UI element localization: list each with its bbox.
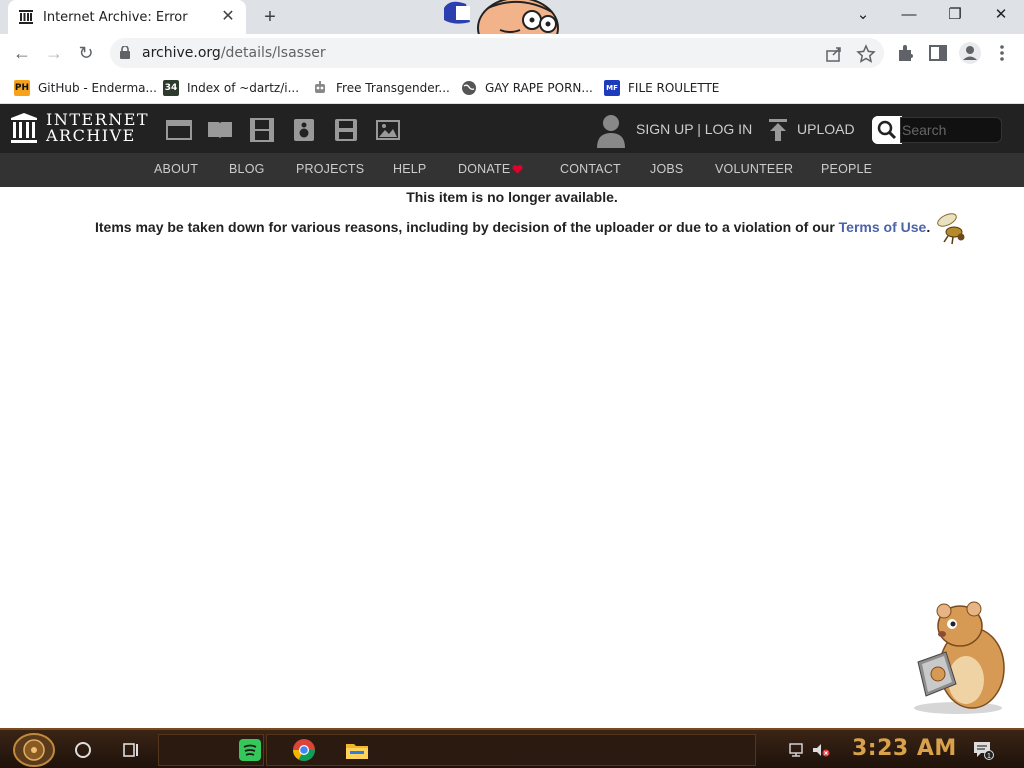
robot-icon [315, 81, 325, 93]
reload-button[interactable]: ↻ [74, 41, 98, 65]
share-icon[interactable] [824, 44, 844, 64]
ia-search: Search [872, 116, 1002, 144]
error-message: Items may be taken down for various reas… [95, 219, 930, 235]
start-button-icon[interactable] [12, 732, 56, 768]
url-text: archive.org/details/lsasser [142, 45, 326, 61]
globe-icon [462, 81, 476, 95]
windows-taskbar: 3:23 AM 1 [0, 728, 1024, 768]
flying-bug-icon [937, 213, 965, 245]
hamster-reading-mascot [914, 601, 1005, 714]
nav-about[interactable]: ABOUT [154, 162, 198, 176]
network-icon[interactable] [788, 742, 806, 758]
task-view-icon[interactable] [122, 741, 140, 759]
terms-of-use-link[interactable]: Terms of Use [839, 219, 927, 235]
url-host: archive.org [142, 45, 221, 61]
texts-icon[interactable] [207, 118, 233, 142]
tab-active[interactable]: Internet Archive: Error ✕ [8, 0, 246, 34]
bookmark-file-roulette[interactable]: MF FILE ROULETTE [604, 78, 719, 98]
nav-volunteer[interactable]: VOLUNTEER [715, 162, 793, 176]
ph-icon: PH [14, 80, 30, 96]
new-tab-button[interactable]: + [258, 6, 282, 28]
error-message-text: Items may be taken down for various reas… [95, 219, 839, 235]
nav-donate[interactable]: DONATE [458, 162, 510, 176]
cortana-search-icon[interactable] [75, 742, 91, 758]
error-message-period: . [926, 219, 931, 235]
bookmark-dartz[interactable]: 34 Index of ~dartz/i... [163, 78, 299, 98]
address-bar[interactable]: archive.org/details/lsasser [110, 38, 884, 68]
forward-button[interactable]: → [42, 41, 66, 65]
logo-line2: ARCHIVE [46, 126, 136, 145]
user-avatar-icon[interactable] [596, 114, 626, 148]
tab-title: Internet Archive: Error [43, 9, 188, 25]
tab-close-icon[interactable]: ✕ [220, 9, 236, 25]
web-icon[interactable] [166, 118, 192, 142]
close-window-button[interactable]: ✕ [986, 4, 1016, 26]
dartz-icon: 34 [163, 80, 179, 96]
archive-favicon-icon [19, 10, 33, 24]
upload-icon[interactable] [768, 118, 788, 142]
nav-blog[interactable]: BLOG [229, 162, 265, 176]
signup-login-link[interactable]: SIGN UP | LOG IN [636, 121, 752, 137]
taskbar-slot [266, 734, 756, 766]
file-roulette-icon: MF [604, 80, 620, 96]
bookmark-github[interactable]: PH GitHub - Enderma... [14, 78, 157, 98]
bookmark-gay-rape-porn[interactable]: GAY RAPE PORN... [461, 78, 593, 98]
audio-icon[interactable] [291, 118, 317, 142]
ia-header: INTERNET ARCHIVE SIGN UP | LOG IN UPLOAD [0, 104, 1024, 153]
side-panel-icon[interactable] [926, 41, 950, 65]
tab-search-chevron-icon[interactable]: ⌄ [848, 4, 878, 26]
lock-icon [120, 46, 130, 59]
nav-help[interactable]: HELP [393, 162, 426, 176]
upload-link[interactable]: UPLOAD [797, 121, 855, 137]
software-icon[interactable] [333, 118, 359, 142]
error-title: This item is no longer available. [406, 189, 618, 205]
nav-contact[interactable]: CONTACT [560, 162, 621, 176]
bookmark-free-transgender[interactable]: Free Transgender... [312, 78, 450, 98]
taskbar-clock[interactable]: 3:23 AM [852, 736, 957, 761]
nav-jobs[interactable]: JOBS [650, 162, 683, 176]
search-icon[interactable] [872, 116, 902, 144]
volume-muted-icon[interactable] [812, 742, 830, 758]
bookmark-label: GitHub - Enderma... [38, 81, 157, 95]
profile-icon[interactable] [958, 41, 982, 65]
action-center-icon[interactable]: 1 [972, 740, 994, 760]
video-icon[interactable] [249, 118, 275, 142]
notification-count: 1 [987, 753, 991, 760]
extensions-icon[interactable] [894, 41, 918, 65]
bookmark-label: Index of ~dartz/i... [187, 81, 300, 95]
browser-titlebar: Internet Archive: Error ✕ + ⌄ — ❐ ✕ [0, 0, 1024, 59]
ia-nav-bar: ABOUT BLOG PROJECTS HELP DONATE CONTACT … [0, 153, 1024, 187]
bookmark-label: FILE ROULETTE [628, 81, 720, 95]
restore-button[interactable]: ❐ [940, 4, 970, 26]
bookmark-label: Free Transgender... [336, 81, 450, 95]
bookmarks-bar: PH GitHub - Enderma... 34 Index of ~dart… [0, 72, 1024, 104]
minimize-button[interactable]: — [894, 4, 924, 26]
file-explorer-icon[interactable] [345, 738, 369, 762]
ia-logo[interactable]: INTERNET ARCHIVE [10, 112, 149, 144]
nav-projects[interactable]: PROJECTS [296, 162, 364, 176]
back-button[interactable]: ← [10, 41, 34, 65]
archive-temple-icon [11, 113, 37, 143]
star-icon[interactable] [856, 44, 876, 64]
ia-logo-text: INTERNET ARCHIVE [46, 112, 149, 144]
heart-icon [512, 164, 523, 174]
images-icon[interactable] [375, 118, 401, 142]
bookmark-label: GAY RAPE PORN... [485, 81, 593, 95]
url-path: /details/lsasser [220, 45, 326, 61]
spotify-icon[interactable] [238, 738, 262, 762]
search-input[interactable]: Search [900, 117, 1002, 143]
chrome-menu-icon[interactable] [990, 41, 1014, 65]
nav-people[interactable]: PEOPLE [821, 162, 872, 176]
browser-toolbar: ← → ↻ archive.org/details/lsasser [0, 34, 1024, 72]
chrome-icon[interactable] [292, 738, 316, 762]
